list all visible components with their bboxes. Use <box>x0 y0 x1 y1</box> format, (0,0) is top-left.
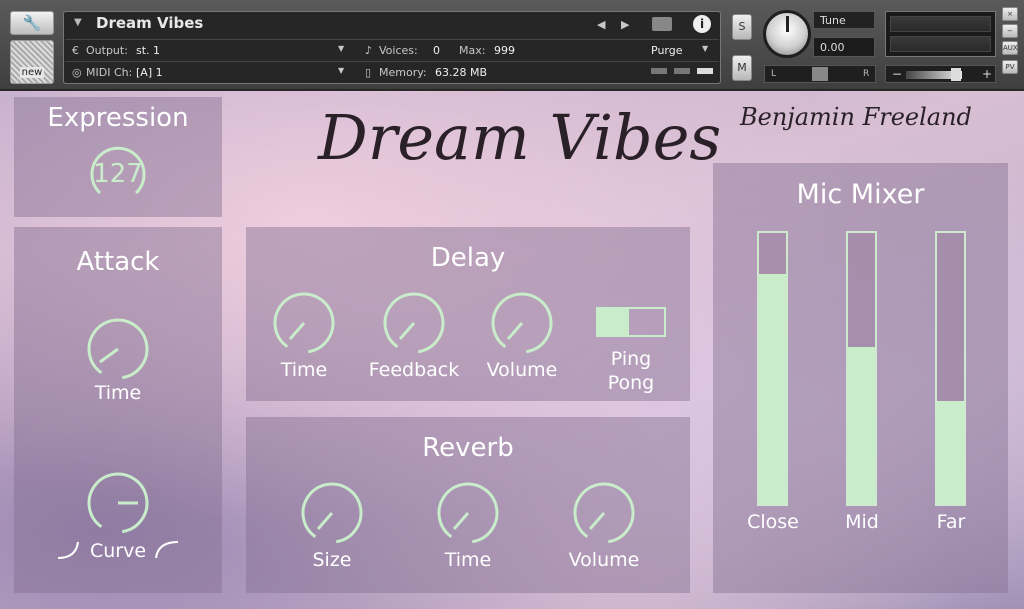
mid-mic-fader[interactable] <box>846 231 877 506</box>
cpu-indicator <box>651 68 667 74</box>
reverb-title: Reverb <box>422 433 514 463</box>
ping-pong-toggle[interactable] <box>596 307 666 337</box>
aux-button[interactable]: AUX <box>1002 41 1018 55</box>
voices-icon: ♪ <box>365 44 373 57</box>
reverb-volume-knob[interactable] <box>572 481 636 545</box>
mic-mixer-title: Mic Mixer <box>796 179 925 210</box>
fader-fill <box>759 273 786 504</box>
far-mic-label: Far <box>936 511 966 533</box>
output-select[interactable]: st. 1 <box>136 44 160 57</box>
close-icon[interactable]: × <box>1002 7 1018 21</box>
activity-indicator <box>697 68 713 74</box>
reverb-size-label: Size <box>312 549 352 571</box>
output-icon: € <box>72 44 79 57</box>
next-arrow-icon[interactable]: ▶ <box>621 18 629 31</box>
author-signature: Benjamin Freeland <box>740 103 972 131</box>
delay-feedback-label: Feedback <box>368 359 460 381</box>
reverb-panel: Reverb Size Time Volume <box>246 417 690 593</box>
minimize-icon[interactable]: − <box>1002 24 1018 38</box>
memory-icon: ▯ <box>365 66 372 79</box>
pv-button[interactable]: PV <box>1002 60 1018 74</box>
attack-title: Attack <box>76 247 160 277</box>
delay-title: Delay <box>430 243 506 273</box>
fader-fill <box>848 346 875 504</box>
purge-dropdown-icon[interactable]: ▼ <box>702 44 708 53</box>
midi-dropdown-icon[interactable]: ▼ <box>338 66 344 75</box>
reverb-volume-label: Volume <box>568 549 640 571</box>
close-mic-fader[interactable] <box>757 231 788 506</box>
pan-slider[interactable]: L R <box>764 65 876 83</box>
far-mic-fader[interactable] <box>935 231 966 506</box>
mute-button[interactable]: M <box>732 55 752 81</box>
attack-curve-knob[interactable] <box>86 471 150 535</box>
ping-pong-toggle-on <box>598 309 629 335</box>
memory-value: 63.28 MB <box>435 66 488 79</box>
instrument-name[interactable]: Dream Vibes <box>96 14 203 32</box>
pan-handle[interactable] <box>812 67 828 81</box>
wrench-button[interactable]: 🔧 <box>10 11 54 35</box>
expression-value: 127 <box>93 159 143 189</box>
attack-curve-label: Curve <box>89 540 147 562</box>
reverb-size-knob[interactable] <box>300 481 364 545</box>
close-mic-label: Close <box>747 511 799 533</box>
attack-time-label: Time <box>94 382 142 404</box>
midi-icon: ◎ <box>72 66 82 79</box>
solo-button[interactable]: S <box>732 14 752 40</box>
collapse-arrow-icon[interactable]: ▼ <box>74 17 82 28</box>
output-meter <box>885 11 996 57</box>
new-preset-button[interactable]: new <box>10 40 54 84</box>
midi-channel-select[interactable]: [A] 1 <box>136 66 163 79</box>
mid-mic-label: Mid <box>845 511 879 533</box>
purge-menu[interactable]: Purge <box>651 44 683 57</box>
attack-panel: Attack Time Curve <box>14 227 222 593</box>
camera-icon[interactable] <box>652 17 672 31</box>
instrument-logo: Dream Vibes <box>318 101 722 174</box>
tune-label: Tune <box>813 11 875 29</box>
prev-arrow-icon[interactable]: ◀ <box>597 18 605 31</box>
disk-indicator <box>674 68 690 74</box>
delay-volume-knob[interactable] <box>490 291 554 355</box>
curve-exp-icon <box>155 541 179 559</box>
mic-mixer-panel: Mic Mixer Close Mid Far <box>713 163 1008 593</box>
expression-title: Expression <box>47 103 189 133</box>
attack-time-knob[interactable] <box>86 317 150 381</box>
delay-time-label: Time <box>280 359 328 381</box>
kontakt-header: 🔧 new ▼ Dream Vibes ◀ ▶ i € Output: st. … <box>0 0 1024 90</box>
voices-value: 0 <box>433 44 440 57</box>
wrench-icon: 🔧 <box>22 14 42 32</box>
delay-time-knob[interactable] <box>272 291 336 355</box>
tune-value[interactable]: 0.00 <box>813 37 875 57</box>
tune-knob[interactable] <box>763 10 811 58</box>
delay-volume-label: Volume <box>486 359 558 381</box>
curve-log-icon <box>57 541 79 559</box>
max-voices-value[interactable]: 999 <box>494 44 515 57</box>
info-icon[interactable]: i <box>693 15 711 33</box>
volume-slider[interactable]: − + <box>885 65 996 83</box>
volume-handle[interactable] <box>951 68 961 81</box>
output-dropdown-icon[interactable]: ▼ <box>338 44 344 53</box>
delay-feedback-knob[interactable] <box>382 291 446 355</box>
fader-fill <box>937 401 964 504</box>
reverb-time-knob[interactable] <box>436 481 500 545</box>
delay-panel: Delay Time Feedback Volume Ping Pong <box>246 227 690 401</box>
ping-pong-label: Ping Pong <box>607 348 655 394</box>
instrument-stage: Expression 127 Attack Time Curve Dream V… <box>0 91 1024 609</box>
reverb-time-label: Time <box>444 549 492 571</box>
expression-panel: Expression 127 <box>14 97 222 217</box>
